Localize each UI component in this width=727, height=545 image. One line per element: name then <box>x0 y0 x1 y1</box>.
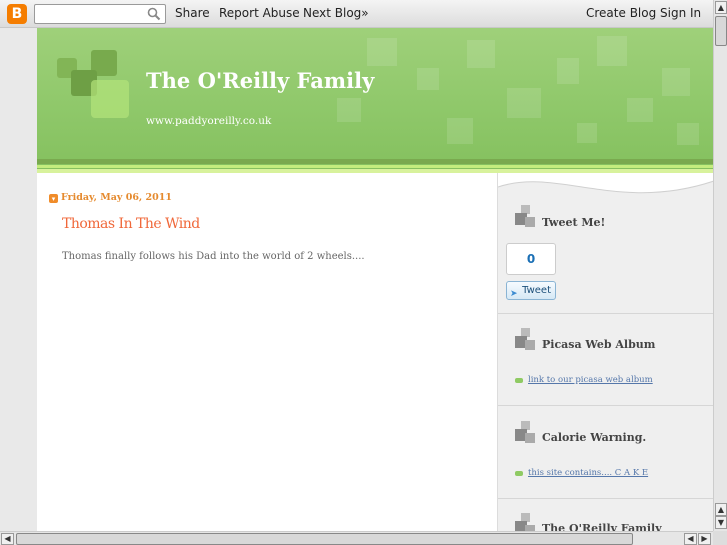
widget-squares-icon <box>515 513 535 531</box>
tweet-widget-heading: Tweet Me! <box>542 216 606 229</box>
vertical-scrollbar[interactable]: ▲ ▲ ▼ <box>713 0 727 531</box>
sign-in-link[interactable]: Sign In <box>660 6 701 20</box>
scroll-down-icon[interactable]: ▼ <box>715 516 727 529</box>
calendar-icon: ▾ <box>49 194 58 203</box>
post-date: ▾ Friday, May 06, 2011 <box>49 192 172 203</box>
blog-page: The O'Reilly Family www.paddyoreilly.co.… <box>37 28 713 531</box>
post-body: Thomas finally follows his Dad into the … <box>62 251 365 262</box>
scroll-right-icon[interactable]: ▶ <box>698 533 711 545</box>
sidebar: Tweet Me! 0 ➤ Tweet Picasa Web Album lin… <box>497 173 713 531</box>
next-blog-link[interactable]: Next Blog» <box>303 6 369 20</box>
calorie-warning-link[interactable]: this site contains.... C A K E <box>528 468 648 478</box>
widget-squares-icon <box>515 421 535 443</box>
widget-squares-icon <box>515 328 535 350</box>
picasa-album-link[interactable]: link to our picasa web album <box>528 375 653 385</box>
scroll-left-icon[interactable]: ◀ <box>1 533 14 545</box>
tweet-button[interactable]: ➤ Tweet <box>506 281 556 300</box>
bullet-icon <box>515 378 523 383</box>
horizontal-scroll-thumb[interactable] <box>16 533 633 545</box>
horizontal-scrollbar[interactable]: ◀ ◀ ▶ <box>0 531 713 545</box>
scroll-up-icon[interactable]: ▲ <box>715 1 727 14</box>
header-divider <box>37 159 713 164</box>
sidebar-wave-decoration <box>498 173 713 194</box>
tweet-count: 0 <box>506 243 556 275</box>
blog-description: www.paddyoreilly.co.uk <box>146 115 272 127</box>
scroll-up-icon[interactable]: ▲ <box>715 503 727 516</box>
report-abuse-link[interactable]: Report Abuse <box>219 6 300 20</box>
picasa-widget-heading: Picasa Web Album <box>542 338 656 351</box>
family-widget-heading: The O'Reilly Family <box>542 522 662 531</box>
share-link[interactable]: Share <box>175 6 210 20</box>
blog-logo-icon <box>57 50 129 118</box>
scrollbar-corner <box>713 531 727 545</box>
search-icon[interactable] <box>147 7 161 21</box>
blog-title[interactable]: The O'Reilly Family <box>146 68 374 93</box>
blogger-navbar: B Share Report Abuse Next Blog» Create B… <box>0 0 713 28</box>
blogger-logo-icon[interactable]: B <box>7 4 27 24</box>
search-input[interactable] <box>34 4 166 24</box>
post-title[interactable]: Thomas In The Wind <box>62 216 200 232</box>
vertical-scroll-thumb[interactable] <box>715 16 727 46</box>
scroll-left-icon[interactable]: ◀ <box>684 533 697 545</box>
twitter-bird-icon: ➤ <box>510 289 518 299</box>
create-blog-link[interactable]: Create Blog <box>586 6 656 20</box>
blog-header: The O'Reilly Family www.paddyoreilly.co.… <box>37 28 713 173</box>
main-content: ▾ Friday, May 06, 2011 Thomas In The Wind… <box>37 173 497 531</box>
calorie-widget-heading: Calorie Warning. <box>542 431 647 444</box>
widget-squares-icon <box>515 205 535 227</box>
bullet-icon <box>515 471 523 476</box>
